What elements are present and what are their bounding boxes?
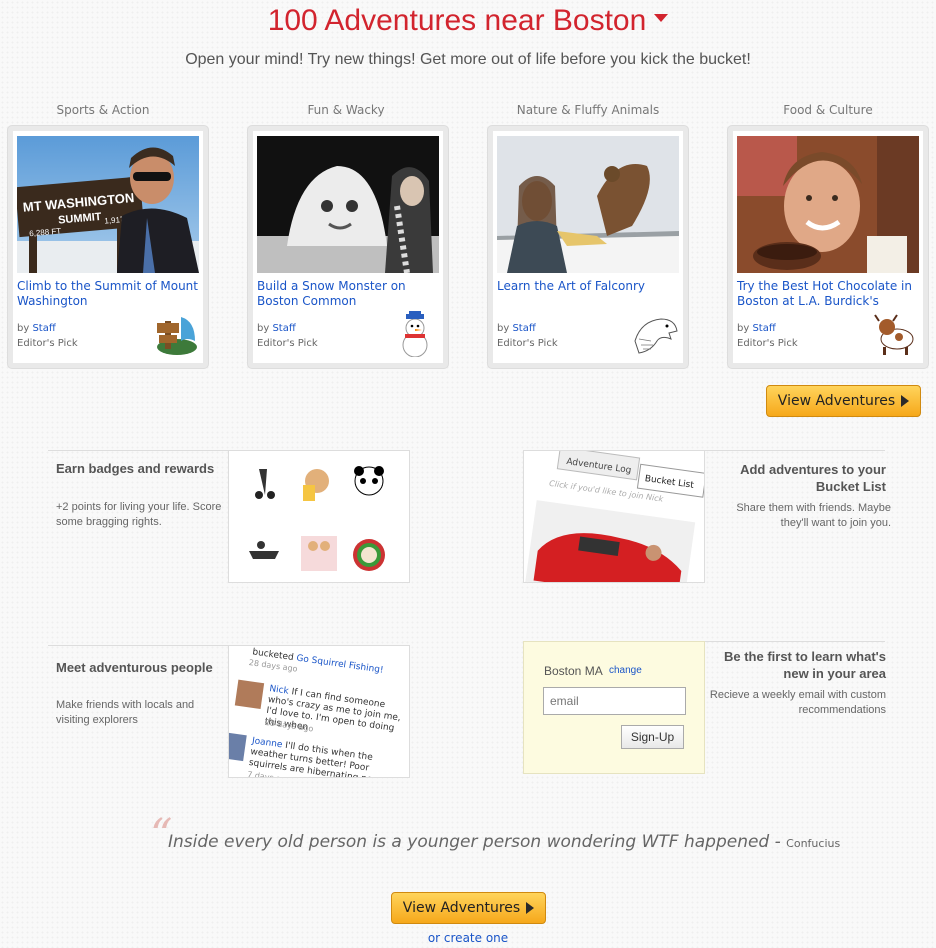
adventure-title-link[interactable]: Learn the Art of Falconry	[497, 279, 681, 294]
sleigh-badge-icon	[249, 541, 279, 559]
feature-text-newsletter: Recieve a weekly email with custom recom…	[709, 689, 886, 716]
panda-icon	[354, 466, 384, 496]
play-arrow-icon	[901, 395, 910, 407]
adventure-title-link[interactable]: Build a Snow Monster on Boston Common	[257, 279, 441, 309]
author-link[interactable]: Staff	[752, 323, 775, 334]
sign-up-button[interactable]: Sign-Up	[621, 725, 684, 749]
view-adventures-button-bottom[interactable]: View Adventures	[391, 892, 546, 924]
feature-text-badges: +2 points for living your life. Score so…	[56, 501, 222, 528]
category-label-nature[interactable]: Nature & Fluffy Animals	[488, 103, 688, 117]
feature-heading-bucket: Add adventures to your Bucket List	[740, 462, 886, 494]
category-label-food[interactable]: Food & Culture	[728, 103, 928, 117]
email-field[interactable]	[543, 687, 686, 715]
avatar	[234, 679, 265, 710]
activity-feed-preview[interactable]: bucketed Go Squirrel Fishing! 28 days ag…	[228, 645, 410, 778]
snowman-icon	[391, 311, 439, 358]
adventure-meta: by Staff Editor's Pick	[737, 323, 798, 349]
category-label-fun[interactable]: Fun & Wacky	[246, 103, 446, 117]
tagline: Open your mind! Try new things! Get more…	[185, 51, 751, 68]
feature-text-bucket: Share them with friends. Maybe they'll w…	[736, 502, 891, 529]
feature-heading-people: Meet adventurous people	[56, 660, 213, 675]
author-link[interactable]: Staff	[272, 323, 295, 334]
badges-preview[interactable]	[228, 450, 410, 583]
adventure-card[interactable]: Try the Best Hot Chocolate in Boston at …	[728, 126, 928, 368]
adventure-meta: by Staff Editor's Pick	[257, 323, 318, 349]
couple-badge-icon	[301, 536, 337, 571]
play-arrow-icon	[526, 902, 535, 914]
feature-heading-badges: Earn badges and rewards	[56, 461, 215, 476]
adventure-title-link[interactable]: Try the Best Hot Chocolate in Boston at …	[737, 279, 921, 309]
divider	[705, 450, 885, 451]
page-title[interactable]: 100 Adventures near Boston	[0, 4, 936, 38]
feature-heading-newsletter: Be the first to learn what's new in your…	[723, 649, 886, 681]
location-label: Boston MA	[544, 664, 603, 678]
adventure-photo[interactable]	[737, 136, 919, 273]
avatar	[229, 731, 247, 762]
create-account-link[interactable]: or create one	[0, 931, 936, 945]
adventure-meta: by Staff Editor's Pick	[497, 323, 558, 349]
chevron-down-icon[interactable]	[654, 14, 669, 23]
feature-text-people: Make friends with locals and visiting ex…	[56, 699, 195, 726]
adventure-card[interactable]: Build a Snow Monster on Boston Common by…	[248, 126, 448, 368]
author-link[interactable]: Staff	[512, 323, 535, 334]
adventure-photo[interactable]	[497, 136, 679, 273]
change-location-link[interactable]: change	[609, 665, 642, 676]
bucket-list-preview[interactable]: Adventure Log Bucket List Click if you'd…	[523, 450, 705, 583]
adventure-card[interactable]: MT WASHINGTON SUMMIT 6,288 FT 1,917M Cli…	[8, 126, 208, 368]
adventure-card[interactable]: Learn the Art of Falconry by Staff Edito…	[488, 126, 688, 368]
divider	[705, 641, 885, 642]
view-adventures-button[interactable]: View Adventures	[766, 385, 921, 417]
category-label-sports[interactable]: Sports & Action	[3, 103, 203, 117]
author-link[interactable]: Staff	[32, 323, 55, 334]
adventure-title-link[interactable]: Climb to the Summit of Mount Washington	[17, 279, 201, 309]
cow-icon	[871, 311, 919, 357]
trail-sign-icon	[151, 311, 199, 357]
segway-badge-icon	[255, 469, 275, 499]
divider	[48, 645, 228, 646]
chef-badge-icon	[353, 539, 385, 571]
divider	[48, 450, 228, 451]
newsletter-signup-panel: Boston MA change Sign-Up	[523, 641, 705, 774]
eagle-icon	[631, 311, 679, 357]
adventure-meta: by Staff Editor's Pick	[17, 323, 78, 349]
beer-badge-icon	[303, 469, 329, 501]
adventure-photo[interactable]: MT WASHINGTON SUMMIT 6,288 FT 1,917M	[17, 136, 199, 273]
adventure-photo[interactable]	[257, 136, 439, 273]
